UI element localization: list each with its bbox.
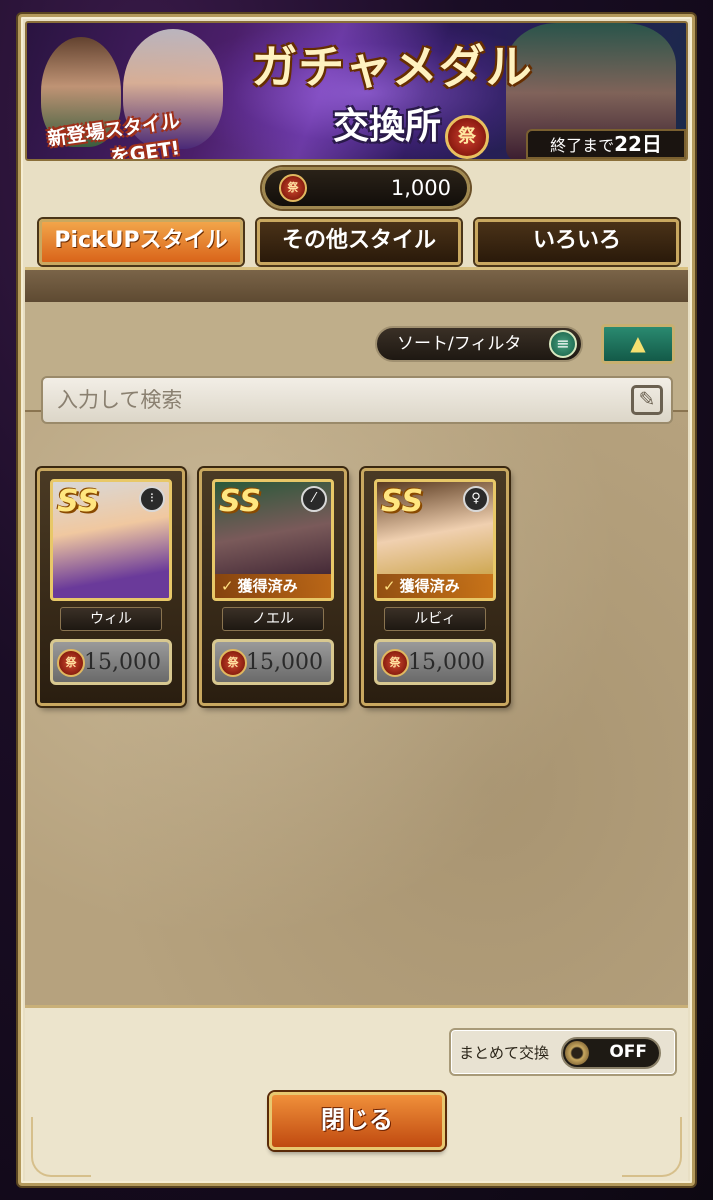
style-card-noel[interactable]: SS ⁄ ✓ 獲得済み ノエル 祭 15,000 [199,468,347,706]
countdown-prefix: 終了まで [550,136,615,155]
price-value: 15,000 [408,650,485,675]
character-portrait: SS ⁄ ✓ 獲得済み [212,479,334,601]
weapon-type-icon: ⁝ [139,486,165,512]
gacha-medal-icon: 祭 [381,649,409,677]
triangle-up-icon: ▲ [630,331,646,355]
character-portrait: SS ⁝ [50,479,172,601]
edit-icon[interactable]: ✎ [631,385,663,415]
event-banner[interactable]: ガチャメダル 交換所 祭 新登場スタイル をGET! 終了まで22日 [25,21,688,161]
tab-pickup-style[interactable]: PickUPスタイル [39,219,243,265]
obtained-badge: ✓ 獲得済み [377,574,493,598]
rank-ss-icon: SS [219,484,262,519]
item-panel: ソート/フィルタ ≡ ▲ 入力して検索 ✎ SS ⁝ ウィル 祭 15,000 [25,267,688,1005]
character-name: ルビィ [384,607,486,631]
character-name: ウィル [60,607,162,631]
check-icon: ✓ [221,577,234,595]
footer-area: まとめて交換 OFF 閉じる [25,1005,688,1181]
toggle-knob [565,1041,589,1065]
bulk-exchange-control: まとめて交換 OFF [449,1028,677,1076]
style-card-will[interactable]: SS ⁝ ウィル 祭 15,000 [37,468,185,706]
medal-balance-value: 1,000 [390,176,451,200]
event-countdown: 終了まで22日 [526,129,686,159]
close-button[interactable]: 閉じる [269,1092,445,1150]
gacha-medal-icon: 祭 [445,115,489,159]
search-input[interactable]: 入力して検索 ✎ [41,376,673,424]
gacha-medal-icon: 祭 [279,174,307,202]
weapon-type-icon: ♀ [463,486,489,512]
ornament-corner-left [31,1117,91,1177]
collapse-button[interactable]: ▲ [601,324,675,364]
banner-subtitle: 交換所 [332,106,441,147]
category-tabs: PickUPスタイル その他スタイル いろいろ [39,219,679,267]
rank-ss-icon: SS [57,484,100,519]
check-icon: ✓ [383,577,396,595]
tab-other-style[interactable]: その他スタイル [257,219,461,265]
menu-list-icon: ≡ [549,330,577,358]
banner-title: ガチャメダル [251,40,533,94]
gacha-medal-icon: 祭 [57,649,85,677]
obtained-label: 獲得済み [237,577,298,595]
sort-filter-button[interactable]: ソート/フィルタ ≡ [375,326,583,362]
price-tag: 祭 15,000 [212,639,334,685]
price-value: 15,000 [84,650,161,675]
ornament-corner-right [622,1117,682,1177]
medal-balance: 祭 1,000 [262,167,470,209]
style-card-ruby[interactable]: SS ♀ ✓ 獲得済み ルビィ 祭 15,000 [361,468,509,706]
sort-filter-label: ソート/フィルタ [397,334,522,354]
obtained-badge: ✓ 獲得済み [215,574,331,598]
bulk-exchange-label: まとめて交換 [459,1044,550,1062]
gacha-medal-icon: 祭 [219,649,247,677]
countdown-days: 22日 [614,132,662,156]
rank-ss-icon: SS [381,484,424,519]
obtained-label: 獲得済み [399,577,460,595]
exchange-window: ガチャメダル 交換所 祭 新登場スタイル をGET! 終了まで22日 祭 1,0… [18,14,695,1186]
price-tag: 祭 15,000 [374,639,496,685]
bulk-exchange-toggle[interactable]: OFF [561,1037,661,1069]
toggle-state: OFF [609,1042,647,1062]
character-name: ノエル [222,607,324,631]
price-tag: 祭 15,000 [50,639,172,685]
filter-area: ソート/フィルタ ≡ ▲ 入力して検索 ✎ [25,302,688,424]
weapon-type-icon: ⁄ [301,486,327,512]
price-value: 15,000 [246,650,323,675]
character-portrait: SS ♀ ✓ 獲得済み [374,479,496,601]
tab-misc[interactable]: いろいろ [475,219,679,265]
panel-header-bar [25,270,688,302]
search-placeholder: 入力して検索 [57,388,183,412]
